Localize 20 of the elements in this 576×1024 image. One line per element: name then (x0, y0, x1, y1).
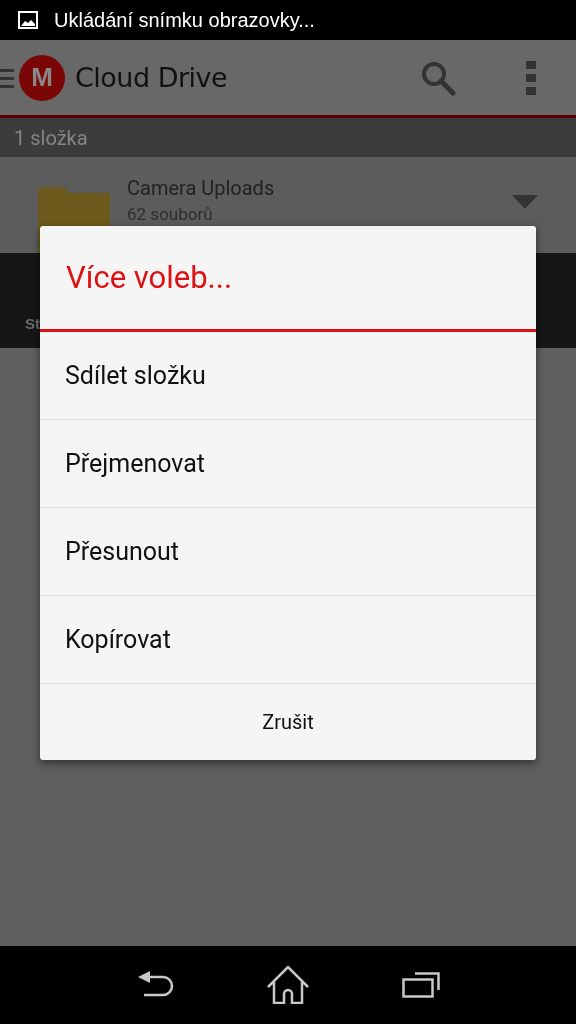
toolbar-label: St (25, 314, 40, 332)
dropdown-arrow-icon[interactable] (512, 195, 538, 209)
section-header: 1 složka (14, 125, 88, 150)
notification-text: Ukládání snímku obrazovky... (54, 8, 315, 32)
recent-apps-icon[interactable] (401, 972, 440, 998)
menu-option[interactable]: Kopírovat (40, 596, 536, 684)
more-icon[interactable] (526, 60, 536, 95)
folder-name: Camera Uploads (127, 176, 276, 200)
menu-option[interactable]: Sdílet složku (40, 332, 536, 420)
app-logo: M (19, 54, 65, 101)
app-title: Cloud Drive (75, 62, 228, 93)
menu-option[interactable]: Přejmenovat (40, 420, 536, 508)
dialog-title: Více voleb... (40, 226, 536, 332)
back-icon[interactable] (136, 971, 175, 999)
cancel-button[interactable]: Zrušit (40, 684, 536, 760)
search-icon[interactable] (420, 59, 456, 96)
menu-option[interactable]: Přesunout (40, 508, 536, 596)
image-icon (18, 11, 38, 29)
menu-icon[interactable] (0, 66, 14, 89)
home-icon[interactable] (267, 966, 309, 1004)
